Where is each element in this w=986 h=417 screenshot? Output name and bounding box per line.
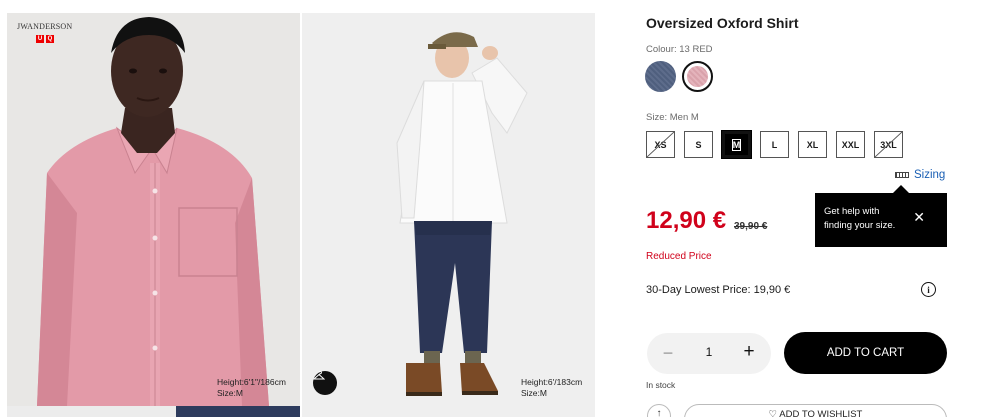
size-option-label: S — [695, 139, 702, 150]
product-title: Oversized Oxford Shirt — [646, 15, 799, 31]
add-to-wishlist-button[interactable]: ♡ ADD TO WISHLIST — [684, 404, 947, 417]
close-icon[interactable]: ✕ — [913, 210, 925, 224]
size-help-tooltip: Get help with finding your size. ✕ — [815, 185, 947, 247]
model-pink-shirt-illustration — [7, 13, 300, 406]
brand-logo: U Q — [36, 35, 54, 43]
product-photo-front[interactable]: JWANDERSON U Q Height:6'1"/186cm Size:M — [7, 13, 300, 406]
product-photo-full-body[interactable]: Height:6'/183cm Size:M — [302, 13, 595, 406]
current-price: 12,90 € — [646, 207, 727, 234]
decrease-quantity-button[interactable]: − — [659, 343, 677, 363]
size-option-xs[interactable]: XS — [646, 131, 675, 158]
sizing-link-label: Sizing — [914, 169, 946, 181]
colour-swatch-red-fill — [687, 66, 708, 87]
original-price: 39,90 € — [734, 221, 768, 232]
info-icon[interactable]: i — [921, 282, 936, 297]
hanger-icon[interactable] — [313, 371, 337, 395]
colour-label: Colour: 13 RED — [646, 44, 713, 55]
add-to-cart-button[interactable]: ADD TO CART — [784, 332, 947, 374]
brand-collab-text: JWANDERSON — [17, 22, 73, 31]
model-size: Size:M — [217, 388, 243, 398]
model-size-caption: Height:6'/183cm Size:M — [521, 377, 582, 399]
reduced-price-label: Reduced Price — [646, 251, 712, 262]
size-label: Size: Men M — [646, 112, 699, 123]
model-white-shirt-illustration — [302, 13, 595, 406]
size-option-xl[interactable]: XL — [798, 131, 827, 158]
quantity-stepper: − 1 + — [647, 333, 771, 374]
ruler-icon — [895, 172, 909, 178]
quantity-value[interactable]: 1 — [699, 345, 719, 359]
scroll-up-arrow-icon[interactable]: ↑ — [647, 404, 671, 417]
next-photo-thumbnail[interactable] — [302, 406, 595, 417]
logo-tile-1: U — [36, 35, 44, 43]
increase-quantity-button[interactable]: + — [740, 342, 758, 362]
model-height: Height:6'/183cm — [521, 377, 583, 387]
colour-swatch-red[interactable] — [682, 61, 713, 92]
size-selector: XS S M L XL XXL 3XL — [646, 130, 903, 159]
unavailable-strike-icon — [647, 132, 674, 157]
size-option-label: L — [771, 139, 778, 150]
hanger-glyph — [313, 371, 325, 380]
size-option-s[interactable]: S — [684, 131, 713, 158]
model-size: Size:M — [521, 388, 547, 398]
size-option-label: XXL — [841, 139, 860, 150]
colour-swatch-navy[interactable] — [645, 61, 676, 92]
model-size-caption: Height:6'1"/186cm Size:M — [217, 377, 286, 399]
size-option-m[interactable]: M — [721, 130, 752, 159]
model-height: Height:6'1"/186cm — [217, 377, 286, 387]
lowest-price-info: 30-Day Lowest Price: 19,90 € — [646, 284, 791, 296]
size-option-xxl[interactable]: XXL — [836, 131, 865, 158]
size-option-label: XL — [806, 139, 819, 150]
sizing-link[interactable]: Sizing — [895, 169, 945, 181]
logo-tile-2: Q — [46, 35, 54, 43]
size-option-3xl[interactable]: 3XL — [874, 131, 903, 158]
next-photo-thumbnail-jeans[interactable] — [176, 406, 300, 417]
stock-status: In stock — [646, 380, 676, 390]
size-option-label: M — [731, 138, 742, 151]
size-option-l[interactable]: L — [760, 131, 789, 158]
unavailable-strike-icon — [875, 132, 902, 157]
